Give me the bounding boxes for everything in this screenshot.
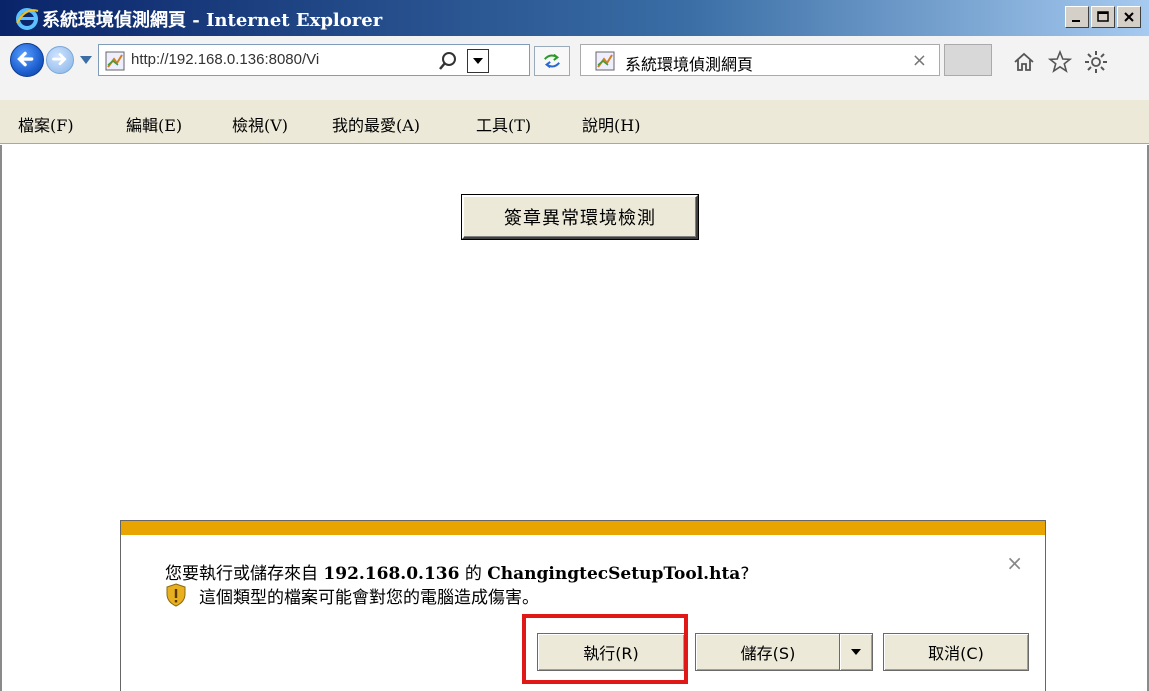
menu-edit[interactable]: 編輯(E): [126, 112, 182, 136]
title-bar: 系統環境偵測網頁 - Internet Explorer: [0, 0, 1149, 36]
tab-close-button[interactable]: ×: [912, 50, 927, 71]
close-window-button[interactable]: [1117, 6, 1141, 28]
home-icon[interactable]: [1012, 50, 1036, 74]
maximize-button[interactable]: [1091, 6, 1115, 28]
chevron-down-icon: [851, 649, 861, 655]
history-dropdown-icon[interactable]: [80, 56, 92, 64]
chevron-down-icon: [473, 58, 483, 64]
forward-button[interactable]: [46, 46, 74, 74]
download-host: 192.168.0.136: [323, 564, 460, 584]
security-shield-icon: [166, 583, 186, 607]
new-tab-button[interactable]: [944, 44, 992, 76]
favorites-star-icon[interactable]: [1048, 50, 1072, 74]
tab-label: 系統環境偵測網頁: [625, 57, 754, 74]
back-button[interactable]: [10, 43, 44, 77]
menu-help[interactable]: 說明(H): [582, 112, 640, 136]
forward-arrow-icon: [52, 53, 67, 66]
prompt-mid: 的: [459, 564, 488, 584]
address-input[interactable]: http://192.168.0.136:8080/Vi: [131, 51, 403, 68]
download-warning: 這個類型的檔案可能會對您的電腦造成傷害。: [199, 588, 539, 608]
menu-bar: 檔案(F) 編輯(E) 檢視(V) 我的最愛(A) 工具(T) 說明(H): [0, 100, 1149, 144]
download-bar-close-button[interactable]: ×: [1006, 551, 1023, 575]
save-button[interactable]: 儲存(S): [695, 633, 841, 671]
download-prompt: 您要執行或儲存來自 192.168.0.136 的 ChangingtecSet…: [165, 559, 749, 584]
minimize-icon: [1072, 20, 1080, 22]
notification-accent-stripe: [121, 521, 1045, 535]
run-button-highlight-box: [522, 614, 688, 684]
page-favicon-icon: [595, 51, 615, 71]
window-title: 系統環境偵測網頁 - Internet Explorer: [42, 10, 383, 31]
compatibility-view-button[interactable]: [534, 46, 570, 76]
address-bar[interactable]: http://192.168.0.136:8080/Vi: [98, 44, 530, 76]
tab-active[interactable]: 系統環境偵測網頁 ×: [580, 44, 940, 76]
menu-view[interactable]: 檢視(V): [232, 112, 288, 136]
search-icon[interactable]: [437, 50, 459, 72]
menu-tools[interactable]: 工具(T): [476, 112, 531, 136]
minimize-button[interactable]: [1065, 6, 1089, 28]
download-filename: ChangingtecSetupTool.hta: [487, 564, 741, 584]
back-arrow-icon: [17, 51, 34, 67]
save-options-dropdown-button[interactable]: [839, 633, 873, 671]
signature-environment-check-button[interactable]: 簽章異常環境檢測: [462, 195, 698, 239]
maximize-icon: [1097, 11, 1109, 22]
compatibility-view-icon: [544, 53, 560, 69]
menu-favorites[interactable]: 我的最愛(A): [332, 112, 420, 136]
prompt-suffix: ?: [740, 564, 750, 584]
cancel-button[interactable]: 取消(C): [883, 633, 1029, 671]
prompt-prefix: 您要執行或儲存來自: [165, 564, 324, 584]
page-favicon-icon: [105, 51, 125, 71]
menu-file[interactable]: 檔案(F): [18, 112, 74, 136]
gear-icon[interactable]: [1084, 50, 1108, 74]
close-icon: [1124, 12, 1134, 22]
address-dropdown-button[interactable]: [467, 49, 489, 73]
internet-explorer-logo-icon: [16, 8, 39, 30]
